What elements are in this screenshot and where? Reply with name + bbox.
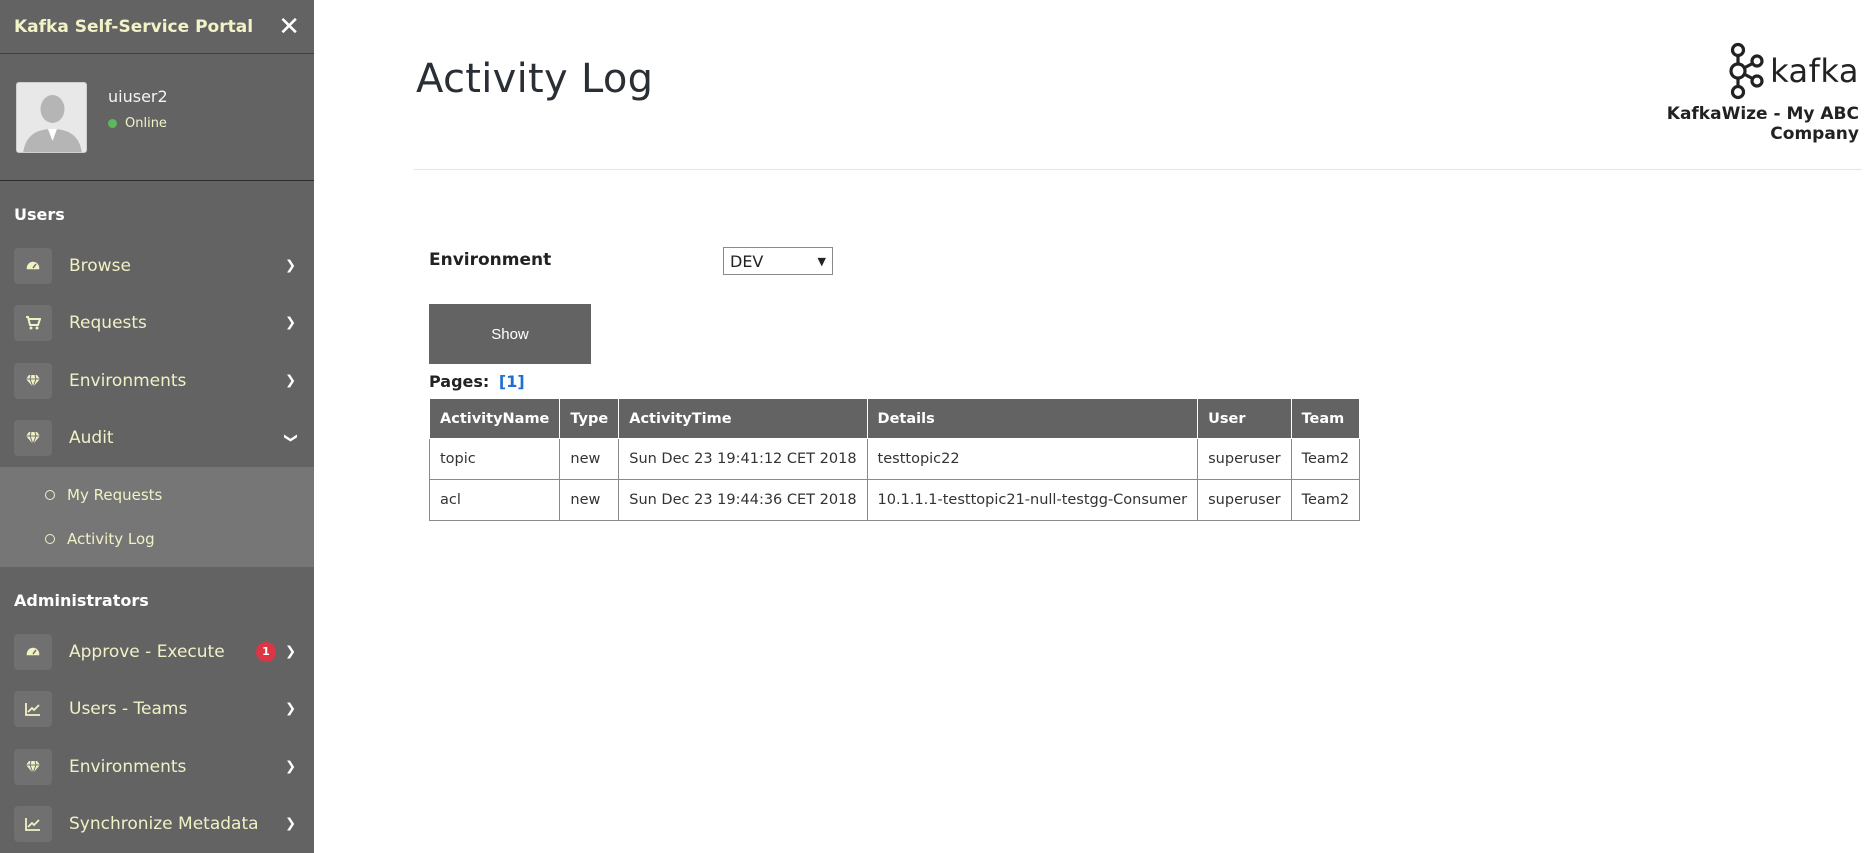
environment-select[interactable]: DEV ▼ bbox=[723, 247, 833, 275]
chevron-right-icon: ❯ bbox=[285, 759, 296, 775]
brand: kafka KafkaWize - My ABC Company bbox=[1589, 42, 1859, 144]
kafka-logo-icon bbox=[1729, 42, 1764, 100]
cell-details: 10.1.1.1-testtopic21-null-testgg-Consume… bbox=[866, 479, 1199, 521]
sidebar-subitem-my-requests[interactable]: My Requests bbox=[0, 473, 314, 517]
avatar bbox=[16, 82, 87, 153]
cell-activityname: topic bbox=[428, 438, 561, 480]
sidebar-subitem-activity-log[interactable]: Activity Log bbox=[0, 517, 314, 561]
cell-user: superuser bbox=[1197, 479, 1292, 521]
page-title: Activity Log bbox=[416, 56, 654, 102]
pagination: Pages: [1] bbox=[429, 372, 525, 391]
sidebar-item-browse[interactable]: Browse ❯ bbox=[0, 237, 314, 295]
dashboard-icon bbox=[14, 247, 52, 284]
cell-user: superuser bbox=[1197, 438, 1292, 480]
chevron-right-icon: ❯ bbox=[285, 701, 296, 717]
circle-bullet-icon bbox=[45, 534, 55, 544]
environment-selected-value: DEV bbox=[730, 251, 764, 271]
show-button[interactable]: Show bbox=[429, 304, 591, 364]
sidebar-item-requests[interactable]: Requests ❯ bbox=[0, 295, 314, 353]
sidebar-item-approve-execute[interactable]: Approve - Execute 1 ❯ bbox=[0, 623, 314, 681]
section-administrators-heading: Administrators bbox=[14, 591, 149, 610]
table-row: topic new Sun Dec 23 19:41:12 CET 2018 t… bbox=[428, 438, 1361, 480]
cell-activitytime: Sun Dec 23 19:44:36 CET 2018 bbox=[618, 479, 868, 521]
dashboard-icon bbox=[14, 633, 52, 670]
chevron-right-icon: ❯ bbox=[285, 816, 296, 832]
diamond-icon bbox=[14, 748, 52, 785]
sidebar-item-label: Users - Teams bbox=[69, 699, 188, 720]
chevron-right-icon: ❯ bbox=[285, 315, 296, 331]
chevron-right-icon: ❯ bbox=[285, 258, 296, 274]
profile-username: uiuser2 bbox=[108, 87, 168, 106]
environment-label: Environment bbox=[429, 250, 552, 270]
sidebar-item-label: Requests bbox=[69, 313, 147, 334]
sidebar-item-label: Environments bbox=[69, 756, 187, 777]
sidebar: Kafka Self-Service Portal ✕ uiuser2 Onli… bbox=[0, 0, 314, 853]
notification-badge: 1 bbox=[256, 641, 276, 662]
chevron-right-icon: ❯ bbox=[285, 373, 296, 389]
activity-log-table: ActivityName Type ActivityTime Details U… bbox=[428, 398, 1361, 521]
chart-icon bbox=[14, 691, 52, 728]
sidebar-item-admin-environments[interactable]: Environments ❯ bbox=[0, 738, 314, 796]
cell-team: Team2 bbox=[1290, 438, 1361, 480]
sidebar-item-label: Environments bbox=[69, 370, 187, 391]
sidebar-item-synchronize-metadata[interactable]: Synchronize Metadata ❯ bbox=[0, 796, 314, 853]
page-link-1[interactable]: [1] bbox=[499, 372, 525, 391]
cart-icon bbox=[14, 305, 52, 342]
chevron-down-icon: ❯ bbox=[283, 432, 299, 444]
sidebar-item-label: Audit bbox=[69, 428, 114, 449]
cell-team: Team2 bbox=[1290, 479, 1361, 521]
header-divider bbox=[414, 169, 1862, 170]
column-header-activityname: ActivityName bbox=[428, 398, 561, 439]
section-users-heading: Users bbox=[14, 205, 65, 224]
cell-activitytime: Sun Dec 23 19:41:12 CET 2018 bbox=[618, 438, 868, 480]
sidebar-subitem-label: My Requests bbox=[67, 486, 163, 504]
status-label: Online bbox=[125, 116, 167, 131]
sidebar-item-label: Browse bbox=[69, 255, 131, 276]
profile-status: Online bbox=[108, 116, 168, 131]
cell-type: new bbox=[559, 438, 620, 480]
dropdown-caret-icon: ▼ bbox=[817, 254, 826, 268]
brand-logo-text: kafka bbox=[1770, 52, 1859, 90]
kafka-logo: kafka bbox=[1589, 42, 1859, 100]
sidebar-header: Kafka Self-Service Portal ✕ bbox=[0, 0, 314, 54]
sidebar-item-users-teams[interactable]: Users - Teams ❯ bbox=[0, 681, 314, 739]
close-icon[interactable]: ✕ bbox=[278, 14, 300, 40]
sidebar-item-environments[interactable]: Environments ❯ bbox=[0, 352, 314, 410]
cell-activityname: acl bbox=[428, 479, 561, 521]
table-header-row: ActivityName Type ActivityTime Details U… bbox=[428, 398, 1361, 439]
diamond-icon bbox=[14, 420, 52, 457]
column-header-activitytime: ActivityTime bbox=[618, 398, 868, 439]
chevron-right-icon: ❯ bbox=[285, 644, 296, 660]
diamond-icon bbox=[14, 362, 52, 399]
cell-type: new bbox=[559, 479, 620, 521]
column-header-team: Team bbox=[1290, 398, 1361, 439]
audit-submenu: My Requests Activity Log bbox=[0, 467, 314, 567]
company-name: KafkaWize - My ABC Company bbox=[1666, 104, 1859, 144]
table-row: acl new Sun Dec 23 19:44:36 CET 2018 10.… bbox=[428, 479, 1361, 521]
sidebar-subitem-label: Activity Log bbox=[67, 530, 155, 548]
sidebar-item-label: Approve - Execute bbox=[69, 641, 225, 662]
app-title: Kafka Self-Service Portal bbox=[14, 16, 254, 37]
chart-icon bbox=[14, 806, 52, 843]
user-profile: uiuser2 Online bbox=[0, 54, 314, 181]
main-content: Activity Log kafka KafkaWize - My ABC Co… bbox=[314, 0, 1866, 853]
cell-details: testtopic22 bbox=[866, 438, 1199, 480]
sidebar-item-audit[interactable]: Audit ❯ bbox=[0, 410, 314, 468]
column-header-user: User bbox=[1197, 398, 1292, 439]
online-status-icon bbox=[108, 119, 117, 128]
sidebar-item-label: Synchronize Metadata bbox=[69, 814, 259, 835]
column-header-type: Type bbox=[559, 398, 620, 439]
circle-bullet-icon bbox=[45, 490, 55, 500]
pagination-label: Pages: bbox=[429, 372, 490, 391]
column-header-details: Details bbox=[866, 398, 1199, 439]
